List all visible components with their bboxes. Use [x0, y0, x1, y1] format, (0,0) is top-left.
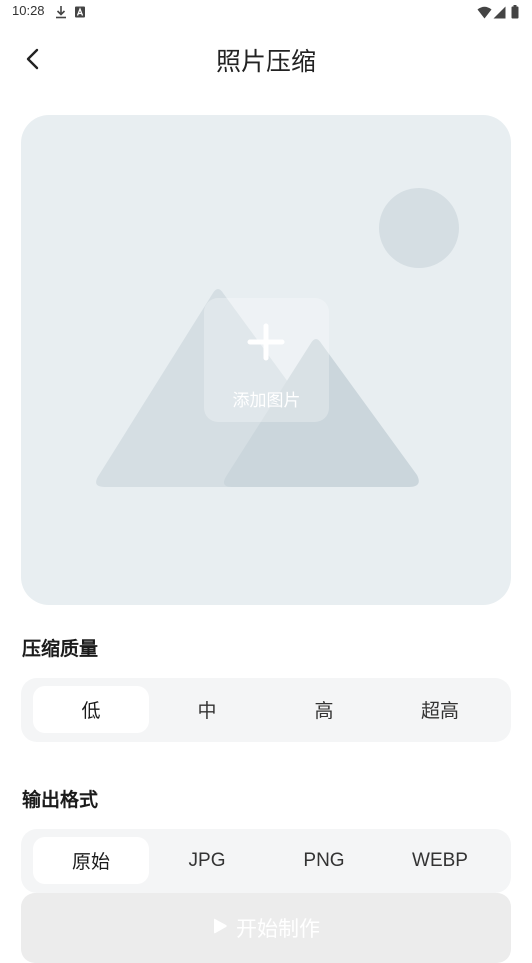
format-option-jpg[interactable]: JPG	[149, 837, 265, 884]
format-segmented-control: 原始 JPG PNG WEBP	[21, 829, 511, 893]
status-time: 10:28	[12, 3, 45, 18]
quality-option-medium[interactable]: 中	[149, 686, 265, 733]
format-option-png[interactable]: PNG	[266, 837, 382, 884]
signal-icon	[493, 4, 506, 23]
start-button-label: 开始制作	[236, 917, 320, 941]
battery-icon	[511, 4, 519, 23]
quality-option-low[interactable]: 低	[33, 686, 149, 733]
page-title: 照片压缩	[215, 47, 316, 76]
wifi-icon	[477, 4, 492, 23]
status-bar: 10:28	[0, 0, 532, 24]
quality-option-ultra[interactable]: 超高	[382, 686, 498, 733]
start-button[interactable]: 开始制作	[21, 893, 511, 963]
format-option-original[interactable]: 原始	[33, 837, 149, 884]
font-a-icon	[74, 4, 86, 23]
quality-option-high[interactable]: 高	[266, 686, 382, 733]
quality-segmented-control: 低 中 高 超高	[21, 678, 511, 742]
add-image-label: 添加图片	[232, 391, 301, 411]
download-icon	[55, 4, 67, 23]
quality-section-title: 压缩质量	[22, 638, 99, 660]
plus-icon	[244, 320, 288, 364]
format-section-title: 输出格式	[22, 789, 99, 811]
format-option-webp[interactable]: WEBP	[382, 837, 498, 884]
play-icon	[212, 916, 228, 940]
